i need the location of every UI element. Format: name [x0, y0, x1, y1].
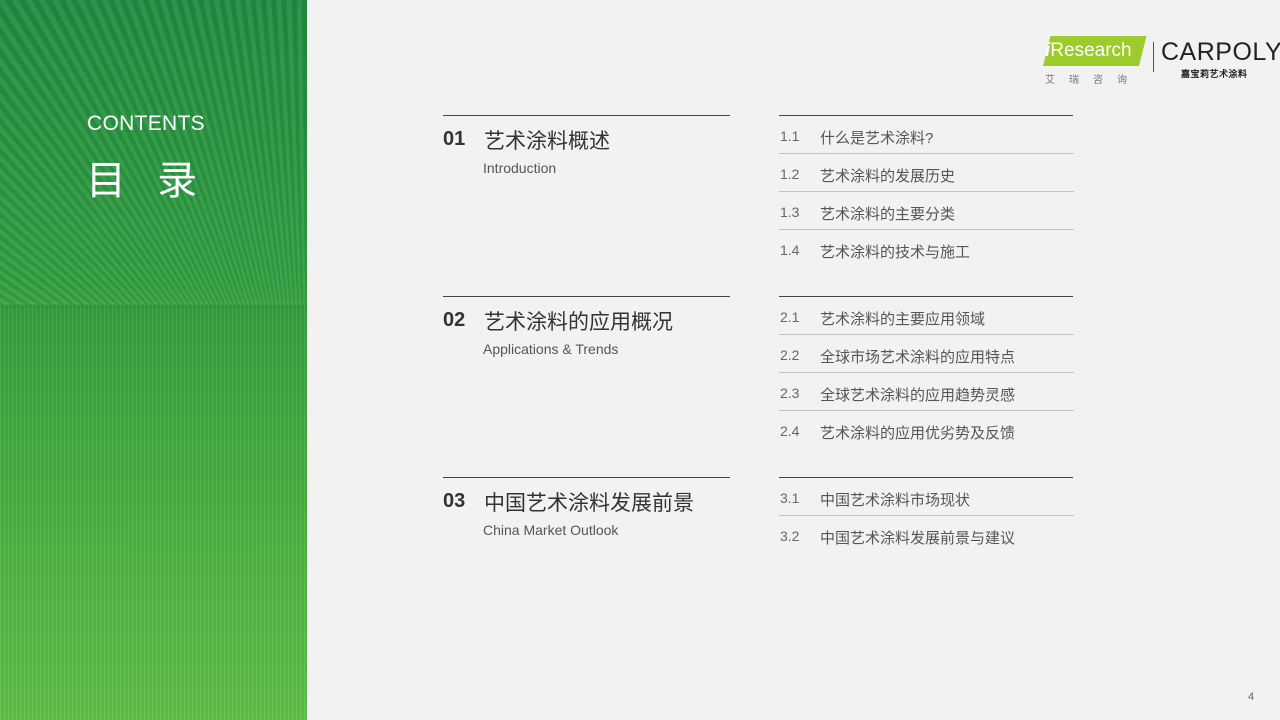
toc-item-3-1[interactable]: 3.1 中国艺术涂料市场现状	[779, 478, 1074, 516]
section-02: 02 艺术涂料的应用概况 Applications & Trends	[443, 296, 730, 357]
section-subtitle: Applications & Trends	[483, 341, 619, 357]
toc-item-text: 艺术涂料的主要应用领域	[820, 311, 986, 328]
toc-item-1-4[interactable]: 1.4 艺术涂料的技术与施工	[779, 230, 1074, 267]
toc-item-number: 2.3	[780, 385, 800, 401]
toc-item-number: 1.2	[780, 166, 800, 182]
section-subtitle: Introduction	[483, 160, 557, 176]
section-03: 03 中国艺术涂料发展前景 China Market Outlook	[443, 477, 730, 538]
toc-item-2-1[interactable]: 2.1 艺术涂料的主要应用领域	[779, 297, 1074, 335]
section-rule	[443, 115, 730, 116]
section-title: 中国艺术涂料发展前景	[484, 492, 694, 515]
side-panel: CONTENTS 目 录	[0, 0, 307, 720]
section-number: 03	[443, 490, 466, 512]
contents-label-en: CONTENTS	[87, 112, 205, 135]
section-rule	[443, 477, 730, 478]
stripe-pattern	[0, 305, 307, 720]
iresearch-logo-zh: 艾瑞咨询	[1045, 75, 1141, 86]
section-rule	[443, 296, 730, 297]
iresearch-logo-text: iResearch	[1045, 40, 1132, 62]
section-number: 01	[443, 128, 466, 150]
page-number: 4	[1248, 691, 1255, 703]
section-title: 艺术涂料概述	[484, 130, 610, 153]
toc-item-number: 1.3	[780, 204, 800, 220]
toc-item-text: 中国艺术涂料发展前景与建议	[820, 530, 1016, 547]
toc-item-number: 3.2	[780, 528, 800, 544]
logo-divider	[1153, 42, 1154, 72]
toc-item-1-2[interactable]: 1.2 艺术涂料的发展历史	[779, 154, 1074, 192]
toc-item-2-2[interactable]: 2.2 全球市场艺术涂料的应用特点	[779, 335, 1074, 373]
section-number: 02	[443, 309, 466, 331]
toc-item-text: 全球艺术涂料的应用趋势灵感	[820, 387, 1016, 404]
toc-item-2-4[interactable]: 2.4 艺术涂料的应用优劣势及反馈	[779, 411, 1074, 448]
carpoly-logo-zh: 嘉宝莉艺术涂料	[1181, 69, 1248, 79]
toc-item-number: 3.1	[780, 490, 800, 506]
toc-item-number: 1.1	[780, 128, 800, 144]
toc-item-text: 什么是艺术涂料?	[820, 130, 934, 147]
contents-label-zh: 目 录	[86, 159, 208, 203]
toc-item-number: 1.4	[780, 242, 800, 258]
iresearch-logo-name: Research	[1050, 40, 1132, 61]
section-02-list: 2.1 艺术涂料的主要应用领域 2.2 全球市场艺术涂料的应用特点 2.3 全球…	[779, 296, 1074, 448]
toc-item-3-2[interactable]: 3.2 中国艺术涂料发展前景与建议	[779, 516, 1074, 553]
section-01: 01 艺术涂料概述 Introduction	[443, 115, 730, 176]
section-title: 艺术涂料的应用概况	[484, 311, 673, 334]
section-subtitle: China Market Outlook	[483, 522, 619, 538]
toc-item-text: 全球市场艺术涂料的应用特点	[820, 349, 1016, 366]
toc-item-1-1[interactable]: 1.1 什么是艺术涂料?	[779, 116, 1074, 154]
carpoly-logo: CARPOLY 嘉宝莉艺术涂料	[1161, 38, 1280, 82]
carpoly-logo-name: CARPOLY	[1161, 38, 1280, 66]
toc-item-number: 2.4	[780, 423, 800, 439]
toc-item-1-3[interactable]: 1.3 艺术涂料的主要分类	[779, 192, 1074, 230]
iresearch-logo: iResearch 艾瑞咨询	[1043, 36, 1147, 86]
toc-item-2-3[interactable]: 2.3 全球艺术涂料的应用趋势灵感	[779, 373, 1074, 411]
toc-item-number: 2.2	[780, 347, 800, 363]
toc-item-number: 2.1	[780, 309, 800, 325]
toc-item-text: 中国艺术涂料市场现状	[820, 492, 971, 509]
section-01-list: 1.1 什么是艺术涂料? 1.2 艺术涂料的发展历史 1.3 艺术涂料的主要分类…	[779, 115, 1074, 267]
toc-item-text: 艺术涂料的技术与施工	[820, 244, 971, 261]
toc-item-text: 艺术涂料的应用优劣势及反馈	[820, 425, 1016, 442]
toc-item-text: 艺术涂料的发展历史	[820, 168, 956, 185]
section-03-list: 3.1 中国艺术涂料市场现状 3.2 中国艺术涂料发展前景与建议	[779, 477, 1074, 553]
toc-item-text: 艺术涂料的主要分类	[820, 206, 956, 223]
